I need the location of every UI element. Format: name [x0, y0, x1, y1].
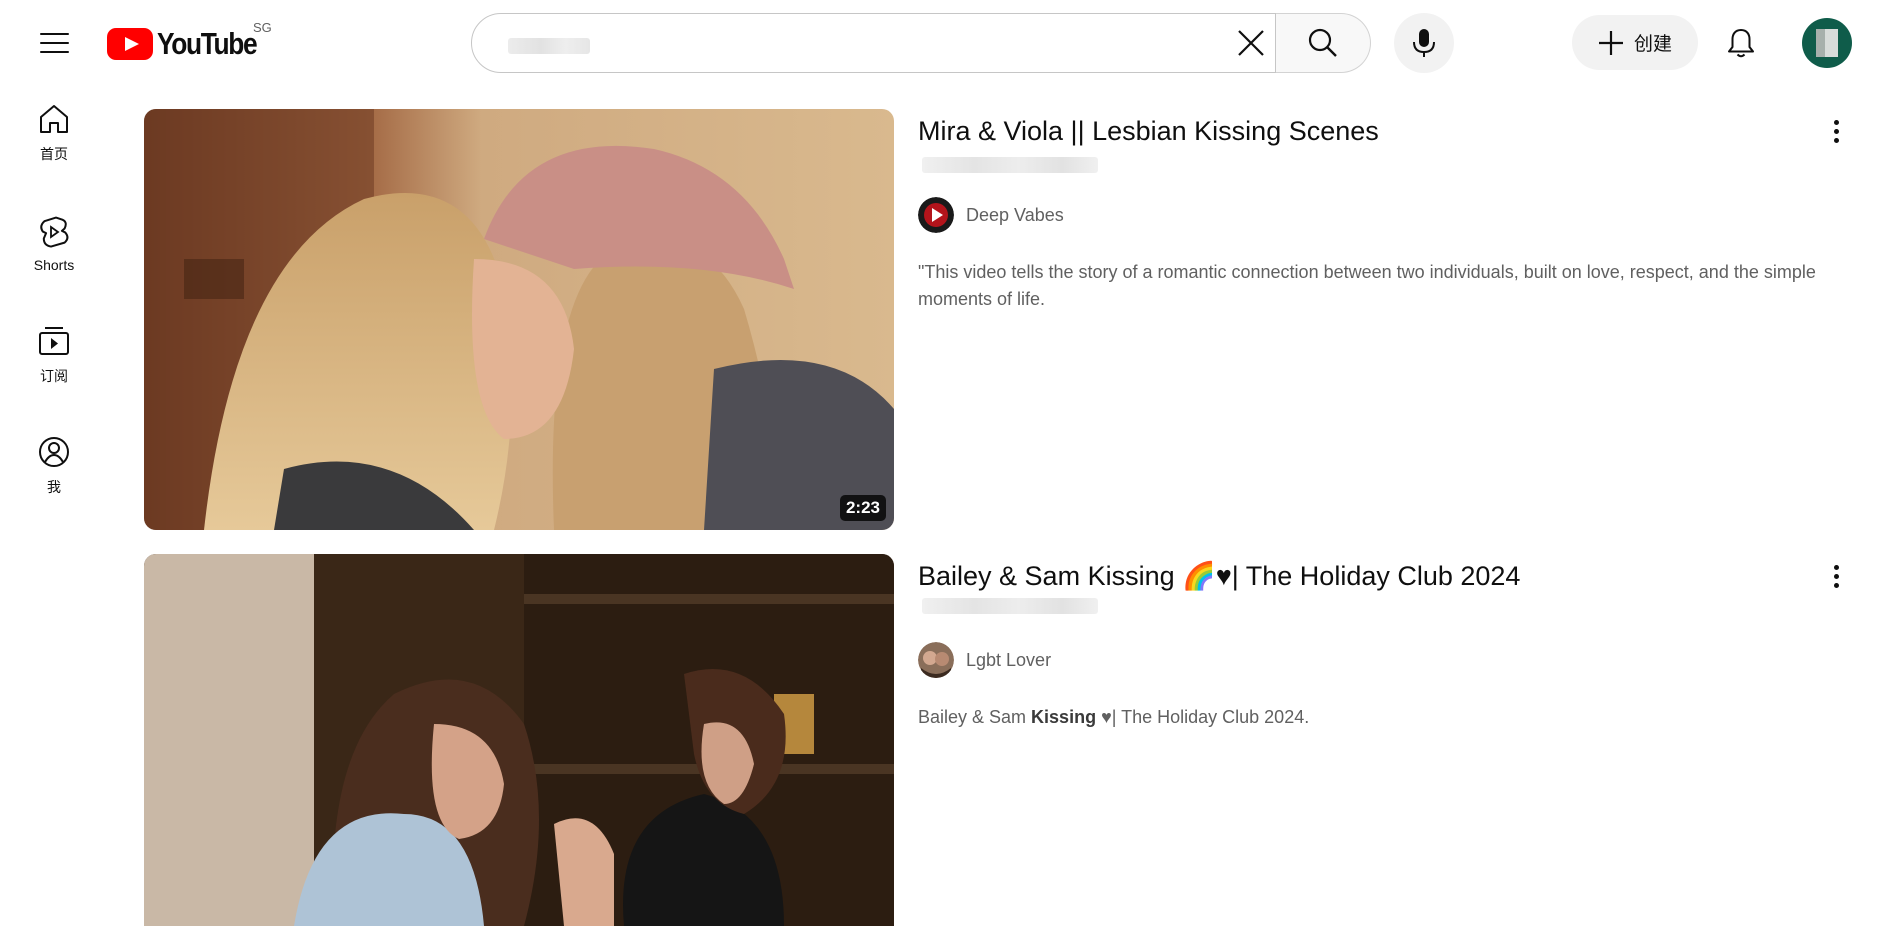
you-icon — [39, 437, 69, 467]
youtube-play-icon — [107, 28, 153, 60]
description-text: Bailey & Sam — [918, 707, 1032, 727]
rail-item-label: 我 — [47, 479, 61, 495]
more-actions-button[interactable] — [1814, 109, 1858, 153]
dot — [1833, 573, 1839, 579]
masthead: YouTube SG 创建 — [0, 0, 1898, 85]
search-input[interactable] — [502, 32, 1102, 56]
search-button[interactable] — [1276, 13, 1371, 73]
create-button[interactable]: 创建 — [1572, 15, 1698, 70]
microphone-icon — [1413, 29, 1435, 57]
channel-avatar-image — [918, 642, 954, 678]
thumbnail-image — [144, 109, 894, 530]
rail-item-label: 首页 — [40, 146, 68, 162]
dot — [1833, 564, 1839, 570]
more-actions-button[interactable] — [1814, 554, 1858, 598]
view-count-redacted — [922, 598, 1098, 614]
guide-menu-button[interactable] — [30, 22, 78, 64]
account-avatar[interactable] — [1802, 18, 1852, 68]
dot — [1833, 582, 1839, 588]
video-thumbnail[interactable] — [144, 554, 894, 926]
view-count-redacted — [922, 157, 1098, 173]
video-result: 2:23 Mira & Viola || Lesbian Kissing Sce… — [144, 109, 1844, 530]
channel-avatar-image — [918, 197, 954, 233]
subscriptions-icon — [39, 327, 69, 355]
rail-item-you[interactable]: 我 — [4, 418, 104, 514]
dot — [1833, 137, 1839, 143]
rail-item-subscriptions[interactable]: 订阅 — [4, 307, 104, 403]
menu-line — [39, 42, 69, 44]
avatar-image — [1816, 29, 1838, 57]
description-text: ♥| The Holiday Club 2024. — [1096, 707, 1310, 727]
rail-item-home[interactable]: 首页 — [4, 85, 104, 181]
channel-name: Deep Vabes — [966, 204, 1064, 225]
voice-search-button[interactable] — [1394, 13, 1454, 73]
channel-avatar — [918, 197, 954, 233]
dot — [1833, 128, 1839, 134]
logo-text: YouTube — [157, 26, 258, 61]
rail-item-label: Shorts — [33, 257, 75, 273]
duration-badge: 2:23 — [839, 495, 886, 521]
menu-line — [39, 51, 69, 53]
video-result: Bailey & Sam Kissing 🌈♥| The Holiday Clu… — [144, 554, 1844, 926]
video-thumbnail[interactable]: 2:23 — [144, 109, 894, 530]
video-info: Bailey & Sam Kissing 🌈♥| The Holiday Clu… — [918, 558, 1818, 727]
close-icon — [1238, 30, 1264, 56]
video-info: Mira & Viola || Lesbian Kissing Scenes D… — [918, 113, 1818, 309]
youtube-logo[interactable]: YouTube — [107, 24, 274, 64]
video-title[interactable]: Mira & Viola || Lesbian Kissing Scenes — [918, 113, 1818, 149]
channel-link[interactable]: Deep Vabes — [918, 197, 1064, 233]
plus-icon — [1598, 30, 1623, 55]
rail-item-shorts[interactable]: Shorts — [4, 196, 104, 292]
description-highlight: Kissing — [1031, 707, 1097, 727]
create-label: 创建 — [1633, 34, 1672, 55]
region-code: SG — [253, 20, 272, 35]
channel-name: Lgbt Lover — [966, 649, 1052, 670]
channel-avatar — [918, 642, 954, 678]
video-title[interactable]: Bailey & Sam Kissing 🌈♥| The Holiday Clu… — [918, 558, 1818, 594]
shorts-icon — [40, 216, 69, 248]
menu-line — [39, 33, 69, 35]
home-icon — [40, 105, 68, 133]
video-description: "This video tells the story of a romanti… — [918, 262, 1816, 309]
dot — [1833, 119, 1839, 125]
rail-item-label: 订阅 — [40, 368, 68, 384]
notifications-button[interactable] — [1716, 18, 1766, 68]
channel-link[interactable]: Lgbt Lover — [918, 642, 1051, 678]
search-icon — [1308, 28, 1337, 57]
clear-search-button[interactable] — [1228, 20, 1274, 66]
search-box[interactable] — [471, 13, 1276, 73]
bell-icon — [1728, 29, 1754, 58]
video-description: Bailey & Sam Kissing ♥| The Holiday Club… — [918, 704, 1818, 731]
thumbnail-image — [144, 554, 894, 926]
